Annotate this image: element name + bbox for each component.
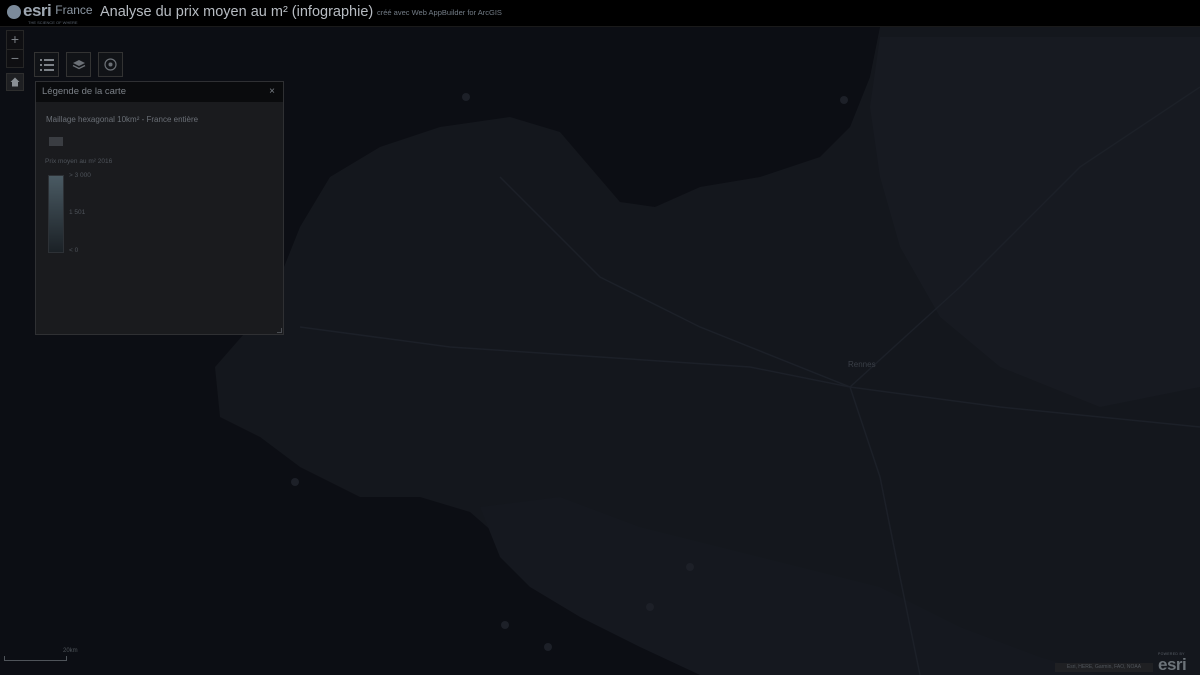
legend-ramp-mid: 1 501 xyxy=(69,209,86,216)
isolated-hexagon xyxy=(840,96,848,104)
legend-panel: Légende de la carte × Maillage hexagonal… xyxy=(35,81,284,335)
legend-field-name: Prix moyen au m² 2016 xyxy=(45,158,113,165)
about-widget-button[interactable] xyxy=(98,52,123,77)
logo-country: France xyxy=(55,3,93,17)
app-title: Analyse du prix moyen au m² (infographie… xyxy=(100,4,374,20)
legend-title: Légende de la carte xyxy=(42,86,126,97)
zoom-control: + − xyxy=(6,30,24,68)
scale-bar-line xyxy=(4,656,67,661)
map-attribution[interactable]: Esri, HERE, Garmin, FAO, NOAA xyxy=(1055,663,1153,672)
isolated-hexagon xyxy=(646,603,654,611)
target-icon xyxy=(104,58,117,71)
isolated-hexagon xyxy=(291,478,299,486)
scale-bar-label: 20km xyxy=(63,648,78,654)
isolated-hexagon xyxy=(501,621,509,629)
app-subtitle: créé avec Web AppBuilder for ArcGIS xyxy=(377,8,502,17)
isolated-hexagon xyxy=(544,643,552,651)
legend-ramp-min: < 0 xyxy=(69,247,79,254)
resize-handle[interactable] xyxy=(277,328,282,333)
logo-tagline: THE SCIENCE OF WHERE xyxy=(28,20,78,25)
legend-color-ramp xyxy=(48,175,64,253)
legend-ramp-max: > 3 000 xyxy=(69,172,91,179)
isolated-hexagon xyxy=(462,93,470,101)
legend-layer-swatch xyxy=(49,137,63,146)
esri-logo[interactable]: esri xyxy=(1158,655,1187,675)
layers-icon xyxy=(72,59,85,69)
home-icon xyxy=(10,77,20,87)
legend-widget-button[interactable] xyxy=(34,52,59,77)
home-button[interactable] xyxy=(6,73,24,91)
logo-word: esri xyxy=(23,1,52,20)
app-header: esri France THE SCIENCE OF WHERE Analyse… xyxy=(0,0,1200,27)
zoom-out-button[interactable]: − xyxy=(7,50,23,68)
globe-icon xyxy=(7,5,21,19)
zoom-in-button[interactable]: + xyxy=(7,31,23,50)
list-icon xyxy=(39,58,54,71)
esri-france-logo[interactable]: esri France THE SCIENCE OF WHERE xyxy=(7,1,93,25)
isolated-hexagon xyxy=(686,563,694,571)
close-icon[interactable]: × xyxy=(269,82,275,102)
basemap-widget-button[interactable] xyxy=(66,52,91,77)
place-label-rennes: Rennes xyxy=(848,360,876,369)
legend-panel-header: Légende de la carte × xyxy=(36,82,283,102)
widget-toolbar xyxy=(34,52,123,77)
legend-layer-name: Maillage hexagonal 10km² - France entièr… xyxy=(46,115,199,124)
